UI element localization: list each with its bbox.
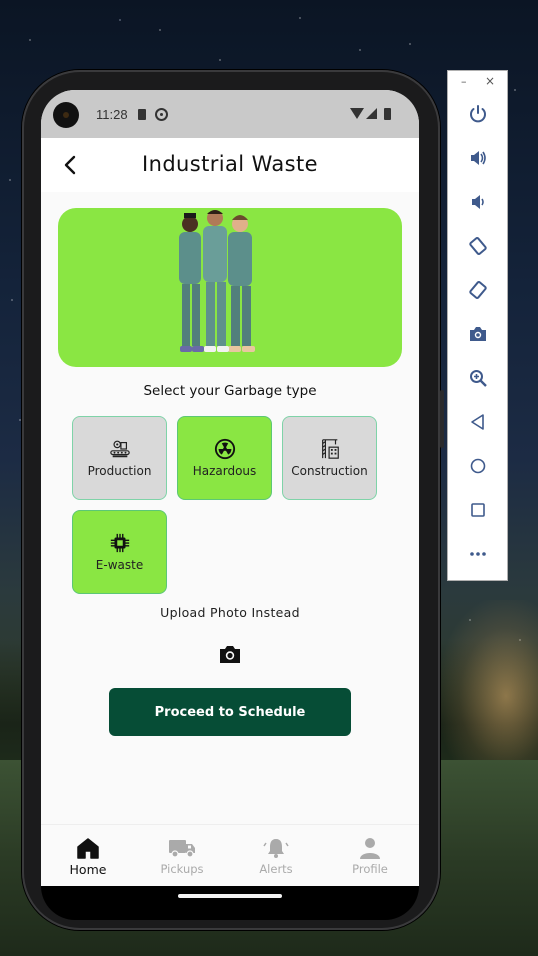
phone-bottom-bezel (41, 886, 419, 920)
app-bar: Industrial Waste (41, 138, 419, 192)
more-icon[interactable] (465, 541, 491, 567)
truck-icon (169, 840, 195, 858)
workers-banner (58, 208, 402, 367)
rotate-left-icon[interactable] (465, 233, 491, 259)
factory-icon (109, 440, 130, 458)
proceed-to-schedule-button[interactable]: Proceed to Schedule (109, 688, 351, 736)
phone-side-button (440, 390, 444, 448)
tile-label: Hazardous (192, 464, 257, 478)
chip-icon (110, 533, 129, 553)
power-icon[interactable] (465, 101, 491, 127)
tile-label: E-waste (95, 558, 144, 572)
wifi-icon (350, 108, 364, 119)
person-icon (360, 838, 380, 859)
crane-icon (321, 439, 339, 459)
back-icon[interactable] (465, 409, 491, 435)
upload-photo-link[interactable]: Upload Photo Instead (41, 605, 419, 620)
screenshot-icon[interactable] (465, 321, 491, 347)
page-title: Industrial Waste (142, 152, 318, 176)
sim-card-icon (138, 109, 146, 120)
zoom-icon[interactable] (465, 365, 491, 391)
nav-label-home: Home (69, 862, 107, 877)
nav-label-alerts: Alerts (259, 862, 293, 876)
overview-icon[interactable] (465, 497, 491, 523)
section-title: Select your Garbage type (143, 383, 317, 399)
sync-icon (155, 108, 168, 121)
battery-icon (384, 108, 391, 120)
bell-icon (263, 839, 289, 858)
tile-production[interactable]: Production (72, 416, 167, 500)
minimize-button[interactable]: – (461, 75, 467, 88)
volume-down-icon[interactable] (465, 189, 491, 215)
emulator-toolbar: – × (447, 70, 508, 581)
status-bar: 11:28 (41, 90, 419, 138)
front-camera (53, 102, 79, 128)
nav-item-alerts[interactable]: Alerts (229, 825, 323, 886)
tile-label: Production (87, 464, 152, 478)
nav-item-pickups[interactable]: Pickups (135, 825, 229, 886)
nav-item-home[interactable]: Home (41, 825, 135, 886)
signal-icon (366, 108, 377, 119)
tile-label: Construction (291, 464, 368, 478)
nav-item-profile[interactable]: Profile (323, 825, 417, 886)
tile-hazardous[interactable]: Hazardous (177, 416, 272, 500)
wallpaper-glow (440, 600, 538, 760)
home-icon (77, 838, 99, 859)
nav-label-profile: Profile (352, 862, 388, 876)
rotate-right-icon[interactable] (465, 277, 491, 303)
camera-icon[interactable] (218, 643, 242, 665)
status-time: 11:28 (96, 107, 128, 122)
close-button[interactable]: × (485, 74, 495, 88)
bottom-nav: Home Pickups Alerts Profile (41, 824, 419, 886)
tile-ewaste[interactable]: E-waste (72, 510, 167, 594)
phone-screen: 11:28 Industrial Waste Select your Garba… (41, 90, 419, 886)
tile-construction[interactable]: Construction (282, 416, 377, 500)
workers-illustration (179, 210, 255, 352)
home-icon[interactable] (465, 453, 491, 479)
radiation-icon (214, 438, 235, 460)
emulator-window-controls: – × (448, 74, 509, 91)
home-indicator[interactable] (178, 894, 282, 898)
nav-label-pickups: Pickups (160, 862, 204, 876)
volume-up-icon[interactable] (465, 145, 491, 171)
